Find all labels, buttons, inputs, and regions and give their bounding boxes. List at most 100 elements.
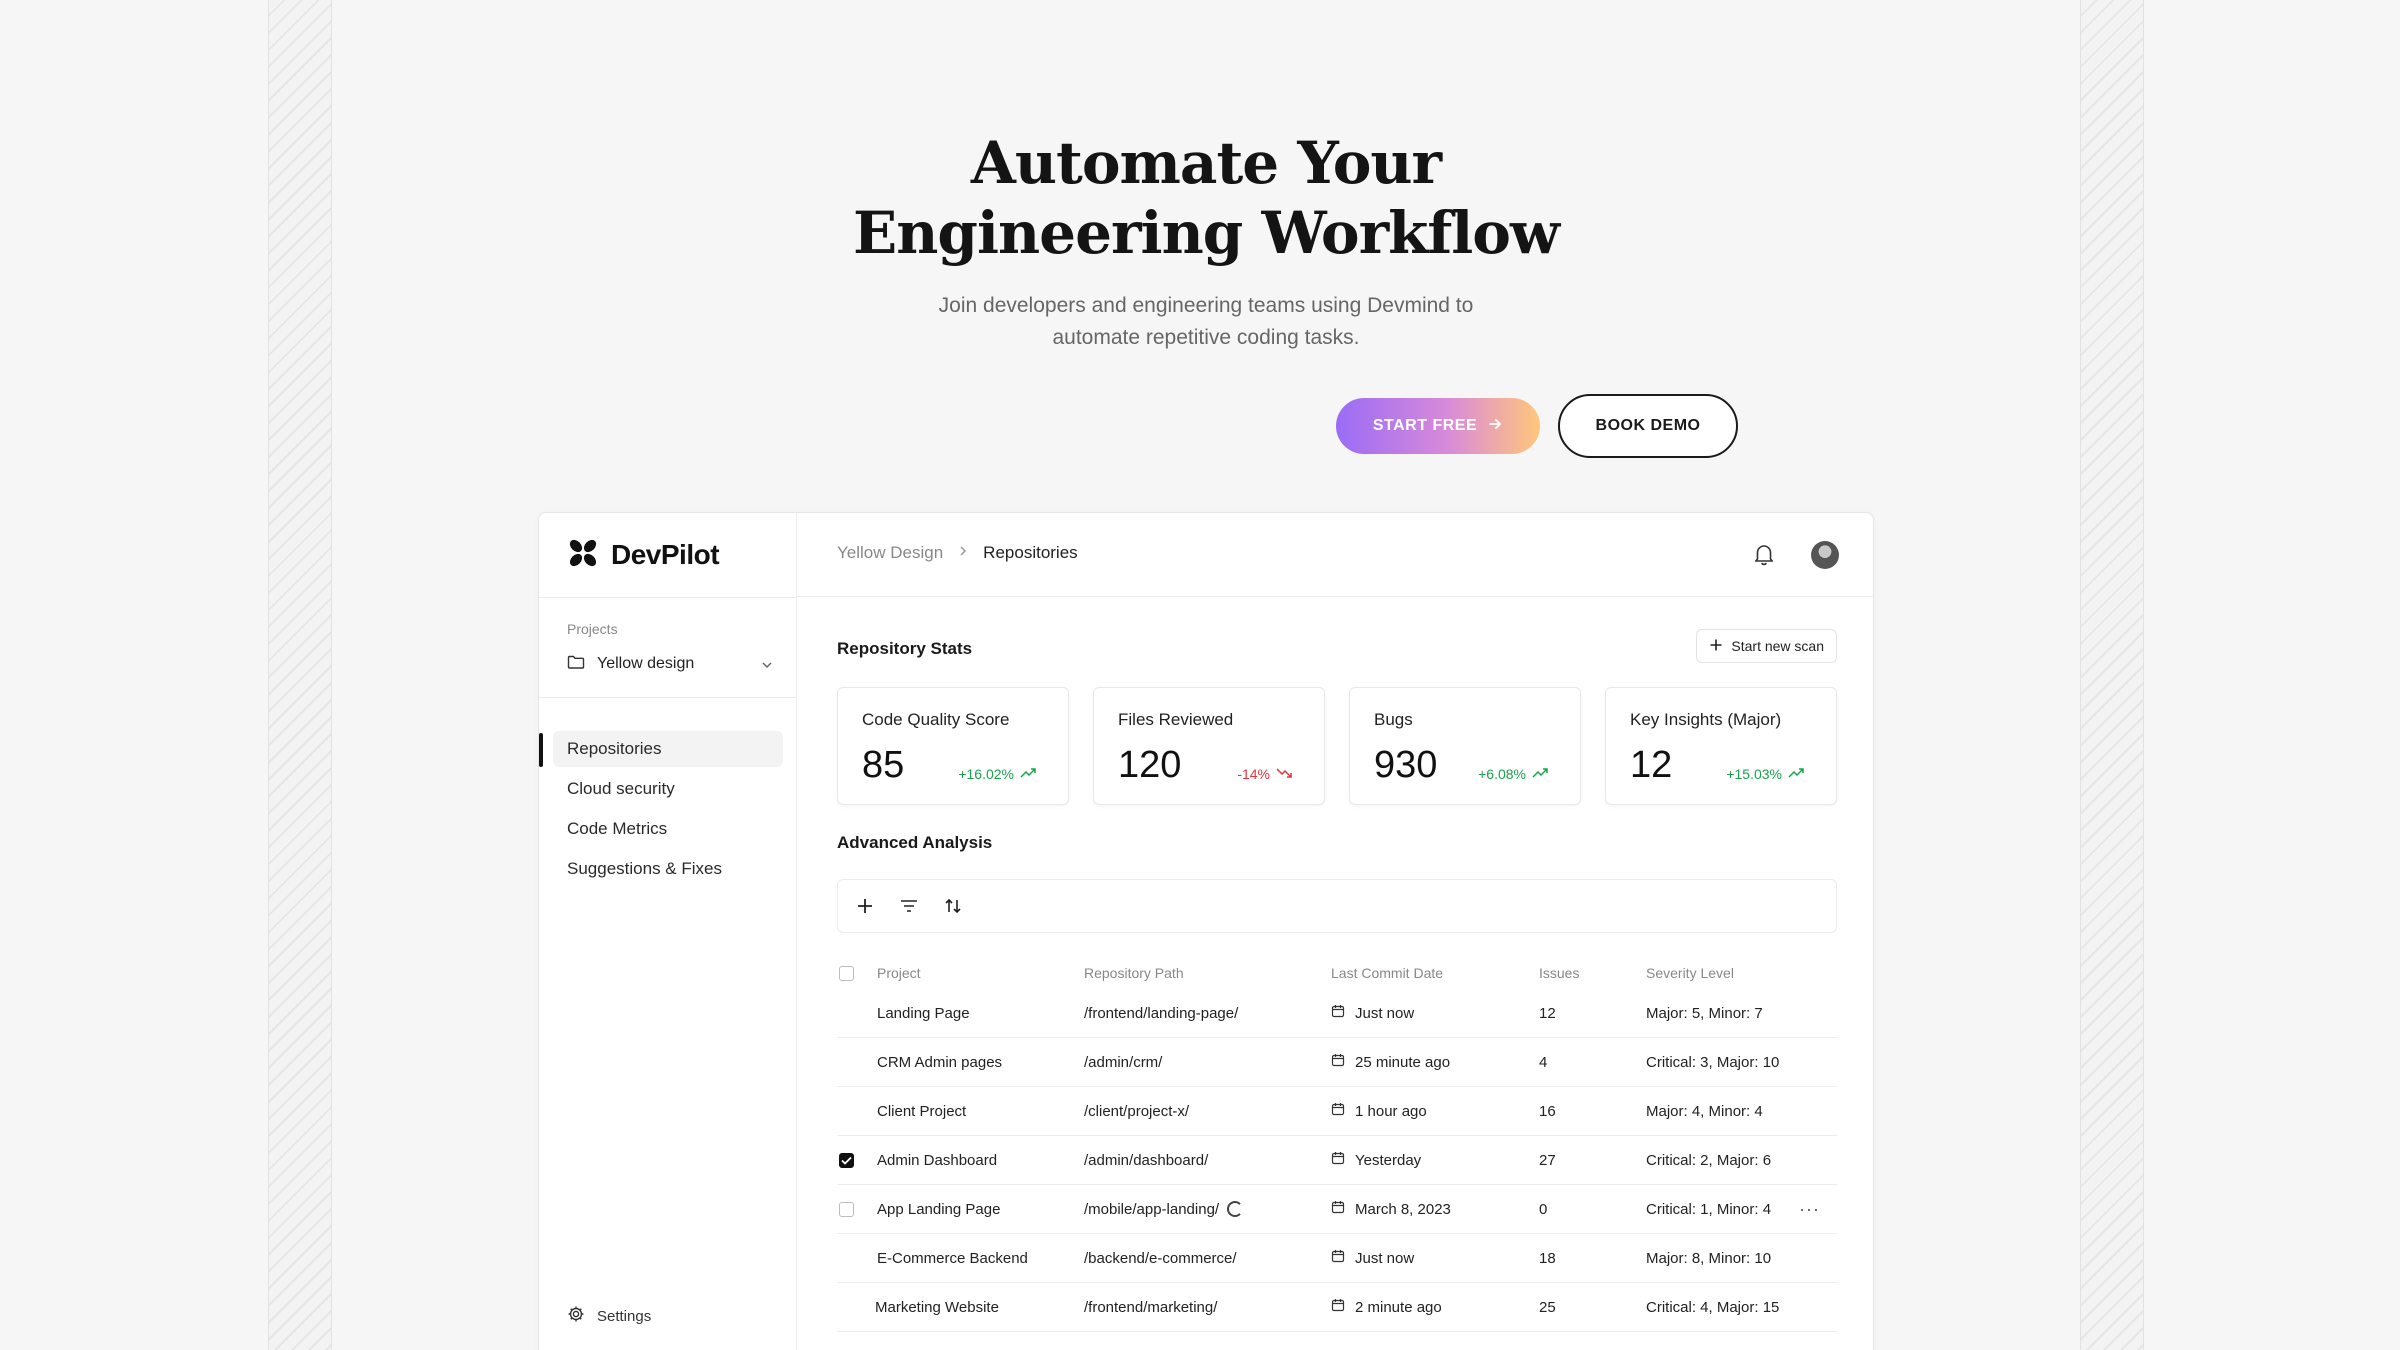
cell-path: /mobile/app-landing/ <box>1084 1185 1244 1233</box>
stat-label: Code Quality Score <box>862 710 1010 729</box>
logo[interactable]: DevPilot <box>567 537 720 573</box>
stat-card-files-reviewed: Files Reviewed 120 -14% <box>1093 687 1325 805</box>
sidebar-item-repositories[interactable]: Repositories <box>553 731 783 767</box>
cell-severity: Major: 8, Minor: 10 <box>1646 1249 1772 1267</box>
cell-date-text: Just now <box>1355 1004 1415 1022</box>
cell-date: 25 minute ago <box>1331 1038 1450 1086</box>
table-row[interactable]: Client Project /client/project-x/ 1 hour… <box>837 1087 1837 1136</box>
more-options-icon[interactable]: ··· <box>1799 1185 1820 1233</box>
stat-delta: +15.03% <box>1726 766 1804 782</box>
hero-subtitle-line-1: Join developers and engineering teams us… <box>938 294 1474 317</box>
cell-date: 2 minute ago <box>1331 1283 1442 1331</box>
user-avatar[interactable] <box>1811 541 1839 569</box>
start-free-button[interactable]: START FREE <box>1336 398 1540 454</box>
sidebar-divider <box>539 597 797 598</box>
cell-path: /backend/e-commerce/ <box>1084 1249 1237 1267</box>
breadcrumb-item-workspace[interactable]: Yellow Design <box>837 543 943 563</box>
sidebar-item-settings[interactable]: Settings <box>567 1305 651 1327</box>
advanced-analysis-title: Advanced Analysis <box>837 833 993 852</box>
table-row[interactable]: E-Commerce Backend /backend/e-commerce/ … <box>837 1234 1837 1283</box>
sort-icon[interactable] <box>942 895 964 917</box>
row-checkbox[interactable] <box>839 1185 857 1233</box>
cell-project: CRM Admin pages <box>877 1053 1003 1071</box>
cell-issues: 18 <box>1539 1249 1556 1267</box>
column-header-date[interactable]: Last Commit Date <box>1331 957 1443 989</box>
gear-icon <box>567 1305 585 1327</box>
hero-subtitle: Join developers and engineering teams us… <box>332 290 2080 354</box>
cell-project: Client Project <box>877 1102 967 1120</box>
chevron-down-icon <box>761 656 773 672</box>
cell-date-text: 2 minute ago <box>1355 1298 1442 1316</box>
add-icon[interactable] <box>854 895 876 917</box>
start-new-scan-button[interactable]: Start new scan <box>1696 629 1837 663</box>
column-header-project[interactable]: Project <box>877 957 921 989</box>
cell-issues: 0 <box>1539 1200 1548 1218</box>
stat-value: 930 <box>1374 744 1438 786</box>
stat-delta: +6.08% <box>1478 766 1548 782</box>
calendar-icon <box>1331 1004 1345 1022</box>
table-row[interactable]: Landing Page /frontend/landing-page/ Jus… <box>837 989 1837 1038</box>
trend-up-icon <box>1532 766 1548 782</box>
cell-date-text: 25 minute ago <box>1355 1053 1451 1071</box>
sidebar-divider <box>539 697 797 698</box>
cell-path: /admin/dashboard/ <box>1084 1151 1209 1169</box>
table-row[interactable]: Marketing Website /frontend/marketing/ 2… <box>837 1283 1837 1332</box>
cell-date: Yesterday <box>1331 1136 1421 1184</box>
cell-date: Just now <box>1331 1234 1414 1282</box>
sidebar-item-cloud-security[interactable]: Cloud security <box>553 771 783 807</box>
column-header-severity[interactable]: Severity Level <box>1646 957 1734 989</box>
notification-bell-icon[interactable] <box>1751 541 1777 567</box>
calendar-icon <box>1331 1200 1345 1218</box>
row-checkbox-checked[interactable] <box>839 1136 857 1184</box>
column-header-path[interactable]: Repository Path <box>1084 957 1184 989</box>
repository-table: Project Repository Path Last Commit Date… <box>837 957 1837 1332</box>
stat-delta-text: +16.02% <box>958 766 1014 782</box>
sidebar-nav: Repositories Cloud security Code Metrics… <box>553 731 783 891</box>
loading-spinner-icon <box>1227 1201 1244 1217</box>
projects-label: Projects <box>567 621 618 637</box>
repository-stats-title: Repository Stats <box>837 639 973 658</box>
calendar-icon <box>1331 1298 1345 1316</box>
cell-date-text: March 8, 2023 <box>1355 1200 1451 1218</box>
sidebar-item-suggestions-fixes[interactable]: Suggestions & Fixes <box>553 851 783 887</box>
cell-date-text: Just now <box>1355 1249 1415 1267</box>
cell-project: Marketing Website <box>875 1298 999 1316</box>
project-selector[interactable]: Yellow design <box>567 651 773 677</box>
stat-card-bugs: Bugs 930 +6.08% <box>1349 687 1581 805</box>
active-nav-indicator <box>539 733 543 767</box>
stat-value: 120 <box>1118 744 1182 786</box>
trend-up-icon <box>1788 766 1804 782</box>
cell-date: 1 hour ago <box>1331 1087 1427 1135</box>
cell-issues: 25 <box>1539 1298 1556 1316</box>
book-demo-label: BOOK DEMO <box>1595 417 1701 434</box>
book-demo-button[interactable]: BOOK DEMO <box>1558 394 1738 458</box>
cell-issues: 16 <box>1539 1102 1556 1120</box>
table-row[interactable]: CRM Admin pages /admin/crm/ 25 minute ag… <box>837 1038 1837 1087</box>
table-toolbar <box>837 879 1837 933</box>
column-header-issues[interactable]: Issues <box>1539 957 1579 989</box>
stat-delta-text: -14% <box>1237 766 1270 782</box>
cell-severity: Critical: 2, Major: 6 <box>1646 1151 1772 1169</box>
sidebar: DevPilot Projects Yellow design Reposito… <box>539 513 797 1350</box>
decorative-rail-right <box>2080 0 2144 1350</box>
cell-severity: Major: 4, Minor: 4 <box>1646 1102 1763 1120</box>
folder-icon <box>567 654 585 675</box>
cell-project: App Landing Page <box>877 1200 1001 1218</box>
table-row[interactable]: App Landing Page /mobile/app-landing/ Ma… <box>837 1185 1837 1234</box>
sidebar-item-code-metrics[interactable]: Code Metrics <box>553 811 783 847</box>
cell-path: /frontend/landing-page/ <box>1084 1004 1239 1022</box>
stat-card-code-quality: Code Quality Score 85 +16.02% <box>837 687 1069 805</box>
stat-delta-text: +15.03% <box>1726 766 1782 782</box>
stat-label: Bugs <box>1374 710 1413 729</box>
select-all-checkbox[interactable] <box>839 957 857 989</box>
cell-issues: 12 <box>1539 1004 1556 1022</box>
cell-severity: Major: 5, Minor: 7 <box>1646 1004 1763 1022</box>
cell-severity: Critical: 4, Major: 15 <box>1646 1298 1780 1316</box>
calendar-icon <box>1331 1053 1345 1071</box>
table-row[interactable]: Admin Dashboard /admin/dashboard/ Yester… <box>837 1136 1837 1185</box>
app-preview-window: DevPilot Projects Yellow design Reposito… <box>538 512 1874 1350</box>
trend-up-icon <box>1020 766 1036 782</box>
filter-icon[interactable] <box>898 895 920 917</box>
stat-delta: +16.02% <box>958 766 1036 782</box>
stat-card-key-insights: Key Insights (Major) 12 +15.03% <box>1605 687 1837 805</box>
